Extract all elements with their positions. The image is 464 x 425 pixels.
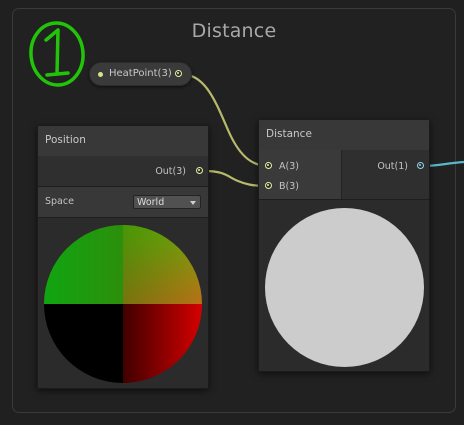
shader-graph-canvas[interactable]: Distance 1 HeatPoint(3) Position Out(3) … — [0, 0, 464, 425]
input-a-label: A(3) — [279, 161, 299, 172]
distance-node-title: Distance — [266, 128, 312, 140]
property-output-port[interactable] — [175, 70, 182, 77]
position-output-slot: Out(3) — [38, 156, 208, 187]
preview-quadrant-black — [44, 304, 123, 383]
distance-node[interactable]: Distance A(3) B(3) Out(1) — [258, 119, 430, 372]
position-preview-sphere — [44, 225, 202, 383]
annotation-number-one: 1 — [26, 18, 85, 87]
distance-preview-sphere — [265, 208, 424, 367]
space-label: Space — [45, 196, 74, 207]
heatpoint-property-node[interactable]: HeatPoint(3) — [89, 62, 192, 86]
distance-io-area: A(3) B(3) Out(1) — [259, 150, 429, 200]
property-label: HeatPoint(3) — [109, 68, 172, 79]
distance-preview-area — [259, 200, 429, 371]
input-b-port[interactable] — [265, 182, 272, 189]
space-dropdown-value: World — [137, 197, 165, 208]
space-dropdown[interactable]: World — [133, 195, 201, 209]
position-node[interactable]: Position Out(3) Space World — [37, 125, 209, 389]
position-node-title: Position — [45, 134, 86, 146]
preview-quadrant-red — [123, 304, 202, 383]
preview-quadrant-shade — [123, 225, 202, 304]
exposed-property-dot — [98, 72, 103, 77]
position-output-port[interactable] — [196, 167, 203, 174]
position-node-header[interactable]: Position — [38, 126, 208, 157]
input-b-label: B(3) — [279, 181, 299, 192]
distance-inputs: A(3) B(3) — [259, 150, 342, 199]
preview-quadrant-green — [44, 225, 123, 304]
distance-output-label: Out(1) — [377, 161, 408, 172]
input-a-port[interactable] — [265, 162, 272, 169]
dropdown-arrow-icon — [190, 201, 196, 205]
space-control-row: Space World — [38, 187, 208, 218]
distance-output-port[interactable] — [417, 162, 424, 169]
position-preview-area — [38, 218, 208, 388]
position-output-label: Out(3) — [155, 166, 186, 177]
annotation-text: 1 — [26, 18, 27, 19]
distance-node-header[interactable]: Distance — [259, 120, 429, 151]
